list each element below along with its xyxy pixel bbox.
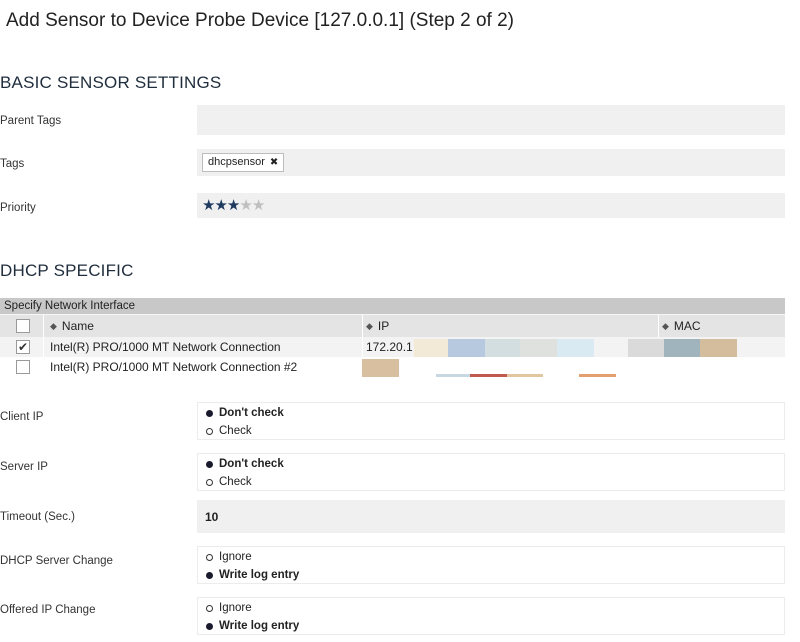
column-header-name-label: Name [61, 319, 94, 333]
interface-name: Intel(R) PRO/1000 MT Network Connection … [50, 360, 298, 374]
interface-name: Intel(R) PRO/1000 MT Network Connection [50, 340, 281, 354]
server-ip-option-check[interactable]: Check [206, 476, 252, 488]
redacted-block [579, 374, 616, 377]
checkmark-icon: ✔ [17, 340, 29, 354]
table-row[interactable]: ✔ Intel(R) PRO/1000 MT Network Connectio… [0, 337, 785, 357]
radio-button[interactable] [206, 604, 213, 612]
radio-button[interactable] [206, 571, 213, 579]
redacted-block [470, 374, 507, 377]
page-title: Add Sensor to Device Probe Device [127.0… [6, 10, 515, 31]
redacted-block [520, 339, 557, 357]
column-header-ip-label: IP [377, 319, 390, 333]
priority-label: Priority [0, 202, 36, 214]
timeout-input[interactable]: 10 [197, 500, 785, 533]
client-ip-option-dont-check[interactable]: Don't check [206, 407, 284, 419]
table-header: ◆ Name ◆ IP ◆ MAC [0, 314, 785, 337]
radio-label: Ignore [219, 551, 252, 563]
radio-button[interactable] [206, 478, 213, 486]
star-icon[interactable]: ★ [214, 197, 227, 214]
dhcp-specific-heading: DHCP SPECIFIC [0, 261, 134, 280]
sort-icon: ◆ [50, 320, 57, 331]
star-icon[interactable]: ★ [239, 197, 252, 214]
tags-field[interactable]: dhcpsensor ✖ [197, 149, 785, 176]
priority-field: ★★★★★ [197, 193, 785, 218]
offered-ip-change-label: Offered IP Change [0, 604, 96, 616]
sort-icon: ◆ [662, 320, 669, 331]
timeout-label: Timeout (Sec.) [0, 511, 75, 523]
radio-label: Write log entry [219, 569, 300, 581]
parent-tags-field [197, 105, 785, 135]
redacted-block [557, 339, 594, 357]
sort-icon: ◆ [366, 320, 373, 331]
interface-ip: 172.20.1 [366, 340, 413, 354]
offered-ip-change-radio-group: Ignore Write log entry [197, 597, 785, 635]
radio-label: Don't check [219, 458, 284, 470]
star-icon[interactable]: ★ [202, 197, 215, 214]
offered-ip-option-ignore[interactable]: Ignore [206, 602, 252, 614]
radio-button[interactable] [206, 460, 213, 468]
offered-ip-option-write-log[interactable]: Write log entry [206, 620, 299, 632]
redacted-block [664, 339, 700, 357]
star-icon[interactable]: ★ [227, 197, 240, 214]
dhcp-server-change-radio-group: Ignore Write log entry [197, 546, 785, 584]
priority-stars[interactable]: ★★★★★ [202, 196, 265, 214]
table-row[interactable]: Intel(R) PRO/1000 MT Network Connection … [0, 357, 785, 377]
server-change-option-ignore[interactable]: Ignore [206, 551, 252, 563]
radio-button[interactable] [206, 427, 213, 435]
network-interface-caption: Specify Network Interface [0, 298, 785, 314]
redacted-block [628, 339, 664, 357]
column-header-mac-label: MAC [673, 319, 701, 333]
client-ip-option-check[interactable]: Check [206, 425, 252, 437]
radio-button[interactable] [206, 553, 213, 561]
tag-chip-label: dhcpsensor [208, 156, 265, 168]
redacted-block [362, 359, 399, 377]
radio-label: Write log entry [219, 620, 300, 632]
client-ip-label: Client IP [0, 411, 44, 423]
timeout-value: 10 [205, 510, 219, 524]
server-ip-label: Server IP [0, 461, 48, 473]
network-interface-table: Specify Network Interface ◆ Name ◆ IP ◆ … [0, 298, 785, 377]
radio-label: Don't check [219, 407, 284, 419]
redacted-block [507, 374, 543, 377]
server-change-option-write-log[interactable]: Write log entry [206, 569, 299, 581]
client-ip-radio-group: Don't check Check [197, 402, 785, 440]
redacted-block [414, 339, 448, 357]
server-ip-option-dont-check[interactable]: Don't check [206, 458, 284, 470]
radio-label: Ignore [219, 602, 252, 614]
row-checkbox[interactable] [16, 360, 30, 374]
radio-button[interactable] [206, 622, 213, 630]
tag-chip: dhcpsensor ✖ [202, 153, 285, 172]
column-header-name[interactable]: ◆ Name [50, 315, 94, 337]
redacted-block [485, 339, 520, 357]
close-icon[interactable]: ✖ [270, 154, 278, 171]
server-ip-radio-group: Don't check Check [197, 453, 785, 491]
radio-button[interactable] [206, 409, 213, 417]
redacted-block [436, 374, 470, 377]
radio-label: Check [219, 476, 252, 488]
row-checkbox[interactable]: ✔ [16, 340, 30, 354]
redacted-block [700, 339, 737, 357]
radio-label: Check [219, 425, 252, 437]
tags-label: Tags [0, 158, 25, 170]
parent-tags-label: Parent Tags [0, 115, 62, 127]
column-header-mac[interactable]: ◆ MAC [662, 315, 701, 337]
dhcp-server-change-label: DHCP Server Change [0, 555, 113, 567]
redacted-block [448, 339, 485, 357]
select-all-checkbox[interactable] [16, 319, 30, 333]
basic-settings-heading: BASIC SENSOR SETTINGS [0, 73, 222, 92]
star-icon[interactable]: ★ [252, 197, 265, 214]
column-header-ip[interactable]: ◆ IP [366, 315, 389, 337]
